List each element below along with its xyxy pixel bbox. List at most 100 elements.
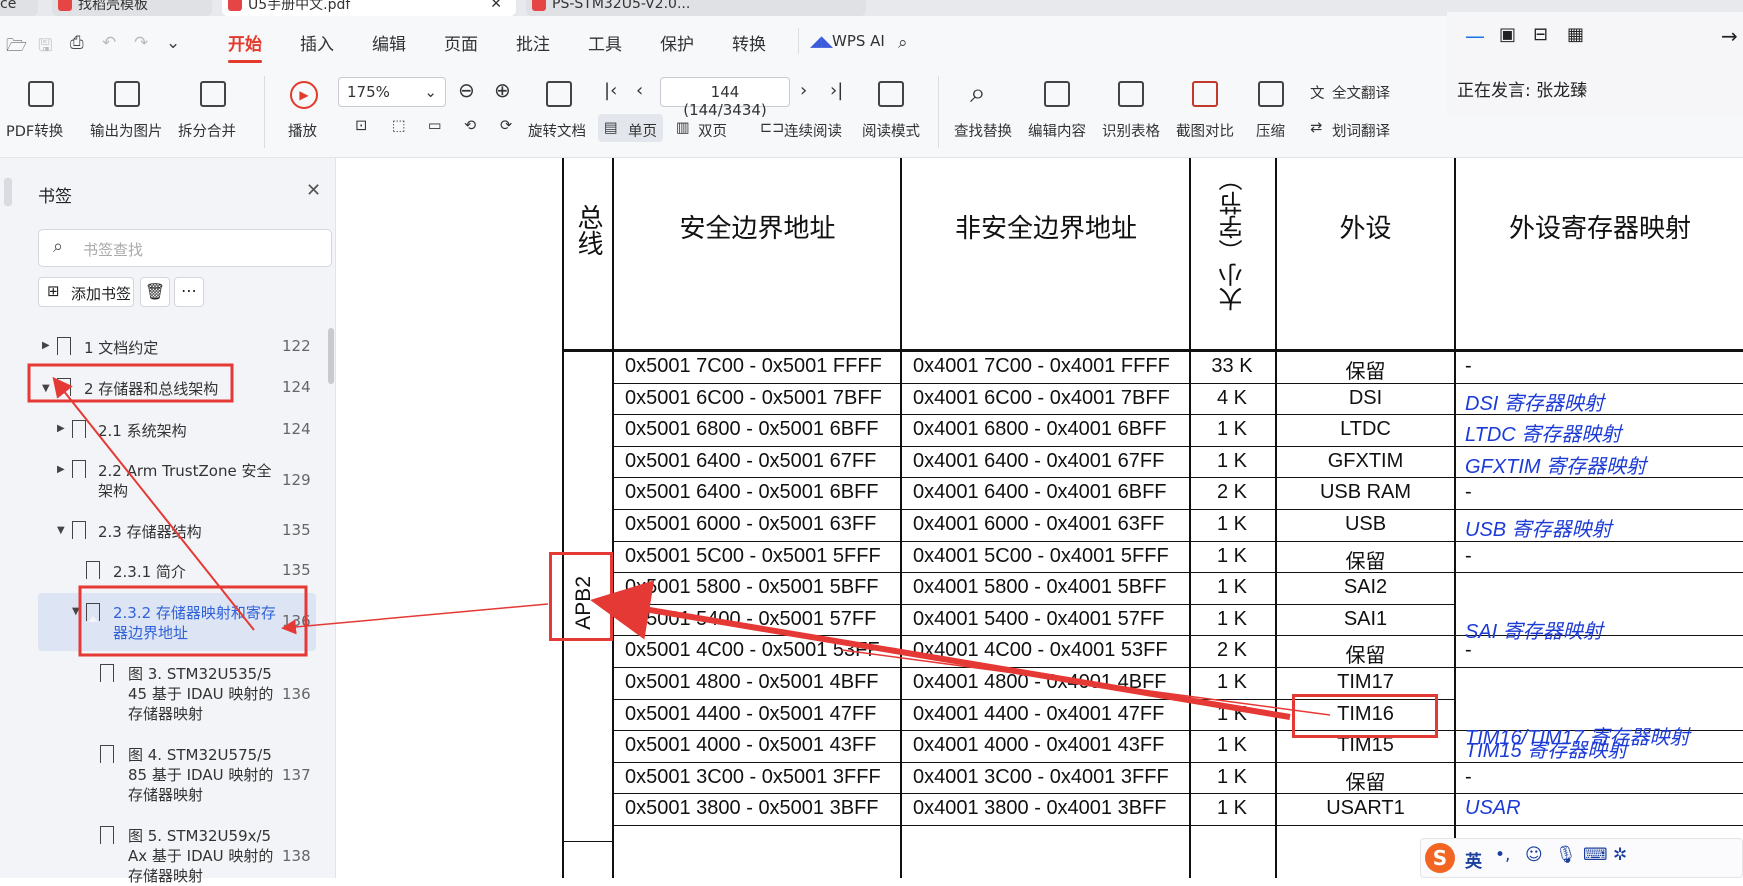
menu-insert[interactable]: 插入 — [300, 30, 334, 55]
continuous-read-button[interactable]: 连续阅读 — [784, 120, 842, 141]
register-map-link-tim16-tim17[interactable]: TIM16/TIM17 寄存器映射 — [1465, 721, 1689, 750]
pdf-convert-button[interactable]: PDF转换 — [6, 120, 63, 141]
collapse-arrow-icon[interactable]: ▼ — [42, 383, 50, 394]
emoji-icon[interactable]: ☺ — [1525, 845, 1543, 865]
skin-icon[interactable]: ✲ — [1613, 845, 1627, 865]
scrollbar-thumb[interactable] — [328, 328, 334, 384]
rotate-right-icon[interactable]: ⟳ — [500, 118, 512, 134]
word-translate-button[interactable]: 划词翻译 — [1332, 120, 1390, 141]
menu-protect[interactable]: 保护 — [660, 30, 694, 55]
tab-u5-manual[interactable]: U5手册中文.pdf ✕ — [222, 0, 516, 16]
grid-icon[interactable]: ▦ — [1567, 24, 1584, 45]
ime-language-toggle[interactable]: 英 — [1465, 847, 1482, 872]
menu-edit[interactable]: 编辑 — [372, 30, 406, 55]
fit-page-icon[interactable]: ⬚ — [392, 118, 406, 134]
chevron-down-icon[interactable]: ⌄ — [166, 33, 180, 53]
bookmark-item-label-selected[interactable]: 2.3.2 存储器映射和寄存 — [113, 602, 276, 623]
sogou-logo-icon[interactable]: S — [1425, 843, 1455, 873]
close-icon[interactable]: ✕ — [490, 0, 502, 12]
bookmark-search-input[interactable]: ⌕ 书签查找 — [38, 229, 332, 267]
keyboard-icon[interactable]: ⌨ — [1583, 845, 1608, 865]
window-icon[interactable]: ▣ — [1499, 24, 1516, 45]
find-replace-button[interactable]: 查找替换 — [954, 120, 1012, 141]
bookmark-item-label[interactable]: 2.1 系统架构 — [98, 420, 187, 441]
bookmark-item-label-line2[interactable]: 45 基于 IDAU 映射的 — [128, 683, 273, 704]
expand-arrow-icon[interactable]: ▶ — [42, 340, 50, 351]
first-page-icon[interactable]: |‹ — [604, 80, 617, 101]
bookmark-item-label-line2[interactable]: 架构 — [98, 480, 128, 501]
full-translate-button[interactable]: 全文翻译 — [1332, 82, 1390, 103]
bookmark-item-label[interactable]: 图 3. STM32U535/5 — [128, 663, 272, 684]
bookmark-item-label-line2[interactable]: 器边界地址 — [113, 622, 188, 643]
fit-width-icon[interactable]: ▭ — [428, 118, 442, 134]
bookmark-item-label[interactable]: 2.3 存储器结构 — [98, 521, 202, 542]
add-bookmark-button[interactable]: ⊞ 添加书签 — [38, 277, 134, 307]
menu-start[interactable]: 开始 — [228, 30, 262, 63]
search-icon[interactable]: ⌕ — [898, 33, 908, 53]
edit-content-button[interactable]: 编辑内容 — [1028, 120, 1086, 141]
exit-arrow-icon[interactable]: → — [1721, 24, 1738, 48]
actual-size-icon[interactable]: ⊡ — [355, 118, 367, 134]
register-map-link[interactable]: DSI 寄存器映射 — [1465, 387, 1604, 416]
zoom-out-icon[interactable]: ⊖ — [458, 78, 475, 102]
tab-template[interactable]: 找稻壳模板 — [52, 0, 212, 16]
register-map-link[interactable]: USAR — [1465, 797, 1521, 820]
bookmark-item-label-line3[interactable]: 存储器映射 — [128, 703, 203, 724]
page-number-input[interactable]: 144 (144/3434) — [660, 77, 790, 119]
menu-tools[interactable]: 工具 — [588, 30, 622, 55]
register-map-link-sai[interactable]: SAI 寄存器映射 — [1465, 615, 1603, 644]
split-merge-button[interactable]: 拆分合并 — [178, 120, 236, 141]
wps-ai-button[interactable]: WPS AI — [832, 32, 885, 50]
tab-ce[interactable]: ce — [0, 0, 38, 16]
read-mode-button[interactable]: 阅读模式 — [862, 120, 920, 141]
register-map-link[interactable]: USB 寄存器映射 — [1465, 513, 1612, 542]
save-icon[interactable]: 🖫 — [38, 33, 52, 62]
bookmark-item-label[interactable]: 2.2 Arm TrustZone 安全 — [98, 460, 271, 481]
menu-page[interactable]: 页面 — [444, 30, 478, 55]
document-view[interactable]: 总线 安全边界地址 非安全边界地址 大小（字节） 外设 外设寄存器映射 APB2… — [337, 158, 1743, 878]
bookmark-item-label-line3[interactable]: 存储器映射 — [128, 865, 203, 886]
collapse-arrow-icon[interactable]: ▼ — [57, 525, 65, 536]
more-button[interactable]: ⋯ — [174, 277, 204, 307]
bookmark-item-label[interactable]: 图 4. STM32U575/5 — [128, 744, 272, 765]
expand-arrow-icon[interactable]: ▶ — [57, 464, 65, 475]
register-map-link[interactable]: LTDC 寄存器映射 — [1465, 418, 1621, 447]
minimize-icon[interactable]: — — [1465, 24, 1485, 48]
export-image-button[interactable]: 输出为图片 — [90, 120, 163, 141]
bookmark-item-label[interactable]: 1 文档约定 — [84, 337, 158, 358]
bookmark-item-label-line3[interactable]: 存储器映射 — [128, 784, 203, 805]
last-page-icon[interactable]: ›| — [830, 80, 843, 101]
prev-page-icon[interactable]: ‹ — [636, 80, 643, 101]
redo-icon[interactable]: ↷ — [134, 33, 148, 53]
double-page-button[interactable]: 双页 — [698, 120, 727, 141]
rotate-doc-button[interactable]: 旋转文档 — [528, 120, 586, 141]
undo-icon[interactable]: ↶ — [102, 33, 116, 53]
compare-button[interactable]: 截图对比 — [1176, 120, 1234, 141]
expand-arrow-icon[interactable]: ▶ — [57, 423, 65, 434]
collapse-arrow-icon[interactable]: ▼ — [72, 606, 80, 617]
split-view-icon[interactable]: ⊟ — [1533, 24, 1548, 45]
microphone-icon[interactable]: 🎙 — [1555, 845, 1577, 865]
bookmark-item-label-line2[interactable]: 85 基于 IDAU 映射的 — [128, 764, 273, 785]
play-button[interactable]: 播放 — [288, 120, 317, 141]
delete-bookmark-button[interactable]: 🗑 — [140, 277, 170, 307]
zoom-select[interactable]: 175% ⌄ — [338, 77, 446, 107]
rotate-left-icon[interactable]: ⟲ — [464, 118, 476, 134]
menu-convert[interactable]: 转换 — [732, 30, 766, 55]
bookmark-item-label[interactable]: 图 5. STM32U59x/5 — [128, 825, 271, 846]
tab-ps-stm32[interactable]: PS-STM32U5-V2.0... — [526, 0, 866, 16]
panel-handle[interactable] — [4, 178, 12, 206]
next-page-icon[interactable]: › — [800, 80, 807, 101]
zoom-in-icon[interactable]: ⊕ — [494, 78, 511, 102]
bookmark-item-label-line2[interactable]: Ax 基于 IDAU 映射的 — [128, 845, 273, 866]
open-file-icon[interactable]: 🗁 — [6, 33, 27, 62]
compress-button[interactable]: 压缩 — [1256, 120, 1285, 141]
recognize-table-button[interactable]: 识别表格 — [1102, 120, 1160, 141]
bookmark-item-label[interactable]: 2.3.1 简介 — [113, 561, 186, 582]
bookmark-item-label[interactable]: 2 存储器和总线架构 — [84, 378, 218, 399]
print-icon[interactable]: ⎙ — [70, 33, 84, 53]
close-icon[interactable]: ✕ — [306, 180, 321, 201]
register-map-link[interactable]: GFXTIM 寄存器映射 — [1465, 450, 1646, 479]
menu-annotate[interactable]: 批注 — [516, 30, 550, 55]
punctuation-icon[interactable]: •, — [1495, 845, 1510, 865]
